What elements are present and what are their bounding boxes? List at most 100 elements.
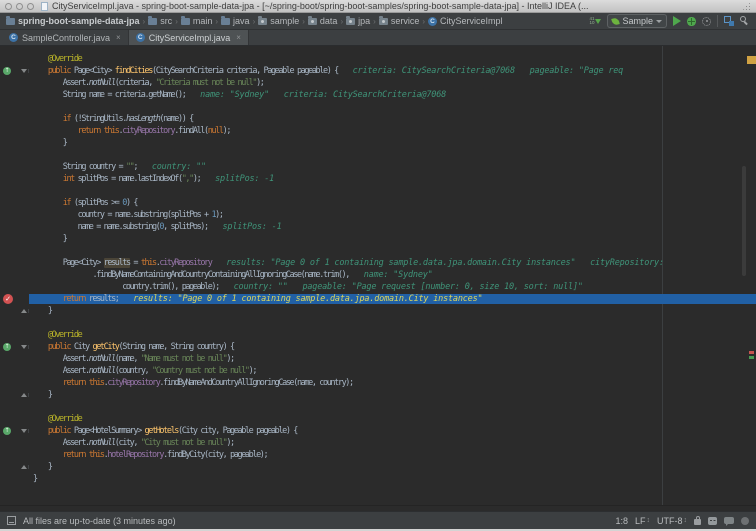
- code-line[interactable]: country.trim(), pageable); country: "" p…: [0, 281, 756, 293]
- fold-column[interactable]: [19, 345, 29, 349]
- code-line[interactable]: }: [0, 137, 756, 149]
- breadcrumb-item-spring-boot-sample-data-jpa[interactable]: spring-boot-sample-data-jpa: [6, 16, 140, 26]
- code-line[interactable]: .findByNameContainingAndCountryContainin…: [0, 269, 756, 281]
- encoding-select[interactable]: UTF-8 ↕: [657, 516, 687, 526]
- code-text: }: [29, 474, 756, 484]
- code-line[interactable]: ↑ public Page<HotelSummary> getHotels(Ci…: [0, 425, 756, 437]
- code-line[interactable]: }: [0, 473, 756, 485]
- code-segment: .findByNameContainingAndCountryContainin…: [33, 270, 350, 280]
- fold-column[interactable]: [19, 393, 29, 397]
- class-icon: C: [9, 33, 18, 42]
- gutter-cell[interactable]: ↑: [0, 427, 19, 435]
- search-everywhere-button[interactable]: [740, 16, 750, 26]
- code-line[interactable]: return this.cityRepository.findByNameAnd…: [0, 377, 756, 389]
- code-line[interactable]: ↑ public Page<City> findCities(CitySearc…: [0, 65, 756, 77]
- code-line[interactable]: String country = ""; country: "": [0, 161, 756, 173]
- jump-to-line-icon[interactable]: 41 10: [589, 16, 602, 25]
- gutter-cell[interactable]: ✓: [0, 294, 19, 304]
- code-line[interactable]: [0, 149, 756, 161]
- code-line[interactable]: int splitPos = name.lastIndexOf(","); sp…: [0, 173, 756, 185]
- line-ending-select[interactable]: LF ↕: [635, 516, 650, 526]
- code-line[interactable]: }: [0, 233, 756, 245]
- run-configuration-select[interactable]: Sample: [607, 14, 667, 28]
- error-stripe-red-mark[interactable]: [749, 351, 754, 354]
- code-line[interactable]: [0, 185, 756, 197]
- tab-close-icon[interactable]: ×: [236, 33, 241, 42]
- code-line[interactable]: [0, 401, 756, 413]
- minimize-window-icon[interactable]: [16, 2, 23, 10]
- notification-bubble-icon[interactable]: [724, 517, 734, 526]
- lock-icon[interactable]: [694, 519, 701, 525]
- code-line[interactable]: }: [0, 389, 756, 401]
- editor-scrollbar-thumb[interactable]: [742, 166, 746, 276]
- breakpoint-icon[interactable]: ✓: [3, 294, 13, 304]
- code-line[interactable]: Assert.notNull(country, "Country must no…: [0, 365, 756, 377]
- code-line[interactable]: [0, 245, 756, 257]
- code-editor[interactable]: @Override ↑ public Page<City> findCities(…: [0, 46, 756, 505]
- fold-marker[interactable]: [20, 465, 27, 469]
- breadcrumb-item-java[interactable]: java: [221, 16, 250, 26]
- hector-inspector-icon[interactable]: [708, 516, 717, 525]
- breadcrumb-item-main[interactable]: main: [180, 16, 212, 26]
- code-line[interactable]: ✓ return results; results: "Page 0 of 1 …: [0, 293, 756, 305]
- code-segment: );: [215, 210, 224, 220]
- zoom-window-icon[interactable]: [27, 2, 34, 10]
- fold-marker[interactable]: [20, 345, 27, 349]
- run-button[interactable]: [673, 16, 681, 26]
- code-line[interactable]: country = name.substring(splitPos + 1);: [0, 209, 756, 221]
- restore-layout-button[interactable]: [724, 16, 734, 26]
- code-line[interactable]: Assert.notNull(city, "City must not be n…: [0, 437, 756, 449]
- breadcrumb-item-src[interactable]: src: [148, 16, 172, 26]
- gutter-cell[interactable]: ↑: [0, 343, 19, 351]
- window-grip-icon[interactable]: [742, 2, 751, 11]
- code-line[interactable]: return this.cityRepository.findAll(null)…: [0, 125, 756, 137]
- tab-SampleController.java[interactable]: C SampleController.java ×: [2, 30, 129, 45]
- code-line[interactable]: @Override: [0, 53, 756, 65]
- fold-column[interactable]: [19, 309, 29, 313]
- code-line[interactable]: ↑ public City getCity(String name, Strin…: [0, 341, 756, 353]
- override-icon[interactable]: ↑: [3, 67, 11, 75]
- code-line[interactable]: Page<City> results = this.cityRepository…: [0, 257, 756, 269]
- tab-CityServiceImpl.java[interactable]: C CityServiceImpl.java ×: [128, 30, 249, 45]
- code-line[interactable]: Assert.notNull(criteria, "Criteria must …: [0, 77, 756, 89]
- code-line[interactable]: [0, 317, 756, 329]
- code-segment: cityRepository: [122, 126, 175, 136]
- code-line[interactable]: }: [0, 461, 756, 473]
- code-line[interactable]: String name = criteria.getName(); name: …: [0, 89, 756, 101]
- fold-column[interactable]: [19, 69, 29, 73]
- caret-position[interactable]: 1:8: [615, 516, 628, 526]
- code-line[interactable]: [0, 101, 756, 113]
- fold-marker[interactable]: [20, 393, 27, 397]
- override-icon[interactable]: ↑: [3, 427, 11, 435]
- override-icon[interactable]: ↑: [3, 343, 11, 351]
- breadcrumb-item-service[interactable]: service: [378, 16, 419, 26]
- toolwindow-toggle-icon[interactable]: [7, 516, 16, 525]
- code-line[interactable]: }: [0, 305, 756, 317]
- breadcrumb-item-jpa[interactable]: jpa: [346, 16, 370, 26]
- breadcrumb-item-data[interactable]: data: [307, 16, 337, 26]
- breadcrumb-item-sample[interactable]: sample: [258, 16, 299, 26]
- code-line[interactable]: Assert.notNull(name, "Name must not be n…: [0, 353, 756, 365]
- run-with-coverage-button[interactable]: [702, 16, 711, 26]
- gutter-cell[interactable]: ↑: [0, 67, 19, 75]
- code-line[interactable]: @Override: [0, 329, 756, 341]
- breadcrumb-item-CityServiceImpl[interactable]: C CityServiceImpl: [428, 16, 503, 26]
- code-line[interactable]: name = name.substring(0, splitPos); spli…: [0, 221, 756, 233]
- fold-marker[interactable]: [20, 429, 27, 433]
- fold-column[interactable]: [19, 465, 29, 469]
- code-line[interactable]: @Override: [0, 413, 756, 425]
- error-stripe-warning-mark[interactable]: [747, 56, 756, 64]
- fold-column[interactable]: [19, 429, 29, 433]
- code-segment: ",": [181, 174, 195, 184]
- error-stripe-green-mark[interactable]: [749, 356, 754, 359]
- code-line[interactable]: if (!StringUtils.hasLength(name)) {: [0, 113, 756, 125]
- fold-marker[interactable]: [20, 309, 27, 313]
- debug-button[interactable]: [687, 16, 696, 26]
- code-line[interactable]: return this.hotelRepository.findByCity(c…: [0, 449, 756, 461]
- tab-close-icon[interactable]: ×: [116, 33, 121, 42]
- fold-marker[interactable]: [20, 69, 27, 73]
- close-window-icon[interactable]: [5, 2, 12, 10]
- code-line[interactable]: if (splitPos >= 0) {: [0, 197, 756, 209]
